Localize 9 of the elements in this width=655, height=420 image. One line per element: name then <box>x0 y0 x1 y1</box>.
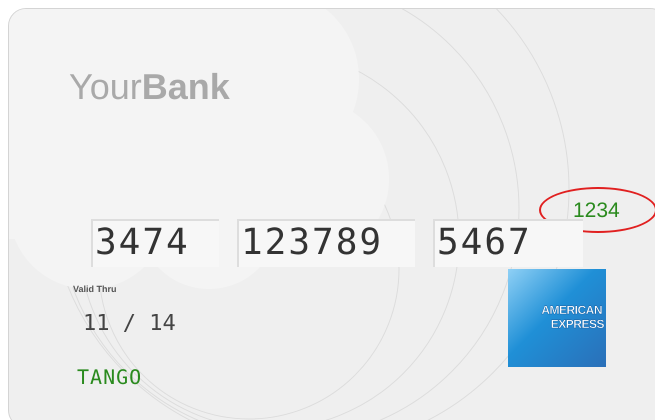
logo-text: AMERICAN <box>541 304 602 318</box>
card-number-field[interactable]: 123789 <box>237 219 415 267</box>
valid-thru-label: Valid Thru <box>73 283 117 296</box>
card-number-field[interactable]: 5467 <box>433 219 583 267</box>
card-number-field[interactable]: 3474 <box>91 219 219 267</box>
logo-text: EXPRESS <box>550 318 604 332</box>
bank-logo: YourBank <box>69 69 230 105</box>
cardholder-name: TANGO <box>77 364 142 390</box>
expiry-date: 11 / 14 <box>83 310 176 338</box>
